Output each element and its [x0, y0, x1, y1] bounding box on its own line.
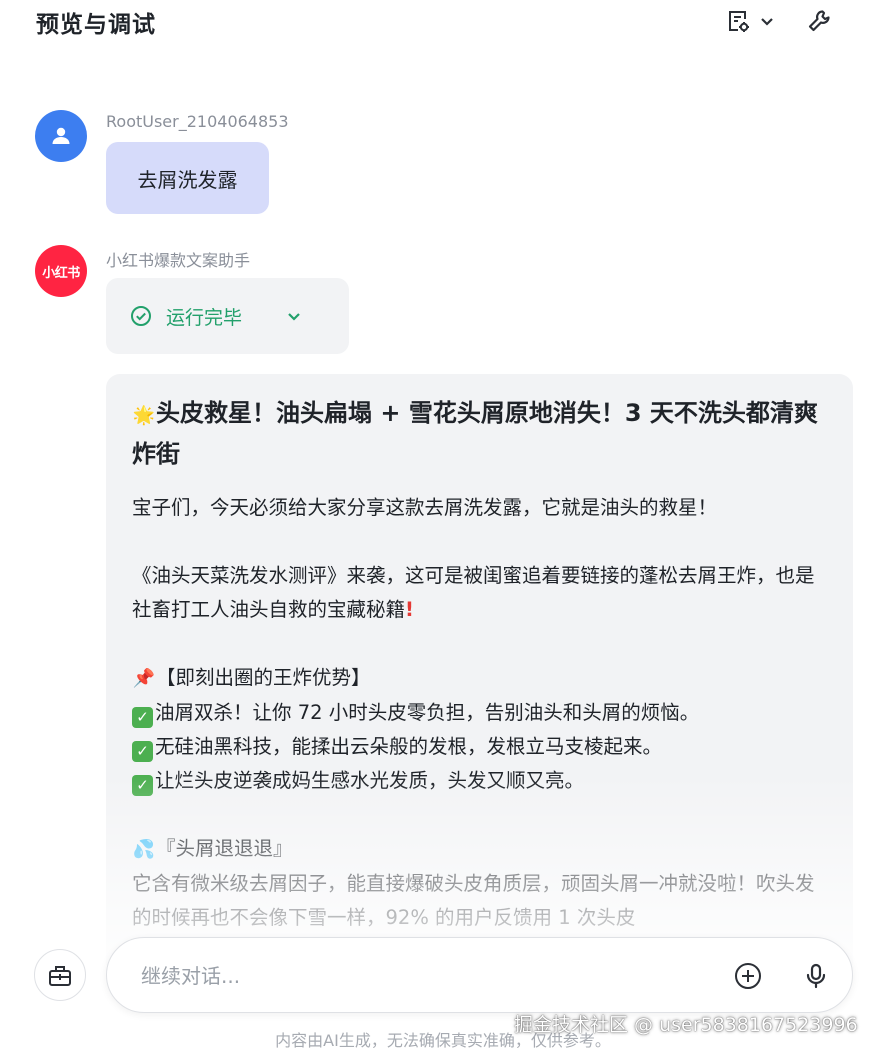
list-item: ✓ 无硅油黑科技，能揉出云朵般的发根，发根立马支棱起来。 [132, 730, 829, 764]
pushpin-icon: 📌 [132, 668, 156, 689]
bot-name: 小红书爆款文案助手 [106, 251, 251, 270]
wrench-icon [808, 10, 830, 32]
chat-input[interactable] [141, 958, 701, 994]
page-title: 预览与调试 [36, 12, 156, 38]
toolbox-icon [49, 966, 71, 986]
checkmark-icon: ✓ [132, 775, 153, 796]
answer-paragraph: 《油头天菜洗发水测评》来袭，这可是被闺蜜追着要链接的蓬松去屑王炸，也是社畜打工人… [132, 564, 815, 621]
sweat-droplets-icon: 💦 [132, 839, 156, 860]
watermark: 掘金技术社区 @ user5838167523996 [514, 1014, 858, 1036]
tool-settings-button[interactable] [806, 6, 834, 36]
run-status-toggle[interactable]: 运行完毕 [106, 278, 349, 354]
section-heading: 💦『头屑退退退』 [132, 832, 829, 867]
top-bar: 预览与调试 [0, 0, 886, 44]
list-item: ✓ 油屑双杀！让你 72 小时头皮零负担，告别油头和头屑的烦恼。 [132, 696, 829, 730]
checkmark-icon: ✓ [132, 707, 153, 728]
user-avatar [35, 110, 87, 162]
chevron-down-icon [288, 313, 300, 321]
answer-paragraph: 它含有微米级去屑因子，能直接爆破头皮角质层，顽固头屑一冲就没啦！吹头发的时候再也… [132, 872, 815, 929]
add-attachment-button[interactable] [730, 958, 766, 994]
run-status-label: 运行完毕 [166, 306, 243, 329]
bot-answer-card: 🌟头皮救星！油头扁塌 + 雪花头屑原地消失！3 天不洗头都清爽炸街 宝子们，今天… [106, 374, 853, 974]
user-message-bubble: 去屑洗发露 [106, 142, 269, 214]
doc-settings-dropdown[interactable] [726, 6, 776, 36]
exclamation-icon: ! [405, 598, 414, 621]
user-name: RootUser_2104064853 [106, 112, 289, 131]
voice-input-button[interactable] [798, 958, 834, 994]
bot-avatar: 小红书 [35, 245, 87, 297]
chat-input-bar [106, 937, 853, 1013]
check-circle-icon [131, 306, 151, 326]
plus-circle-icon [735, 963, 761, 989]
microphone-icon [806, 963, 826, 989]
sparkle-star-icon: 🌟 [132, 405, 156, 426]
toolbox-button[interactable] [34, 949, 86, 1001]
chevron-down-icon [761, 18, 773, 26]
section-heading: 📌【即刻出圈的王炸优势】 [132, 661, 829, 696]
answer-title: 🌟头皮救星！油头扁塌 + 雪花头屑原地消失！3 天不洗头都清爽炸街 [132, 399, 818, 468]
person-icon [52, 127, 70, 144]
answer-paragraph: 宝子们，今天必须给大家分享这款去屑洗发露，它就是油头的救星！ [132, 496, 718, 519]
list-item: ✓ 让烂头皮逆袭成妈生感水光发质，头发又顺又亮。 [132, 764, 829, 798]
doc-settings-icon [729, 11, 749, 32]
checkmark-icon: ✓ [132, 741, 153, 762]
